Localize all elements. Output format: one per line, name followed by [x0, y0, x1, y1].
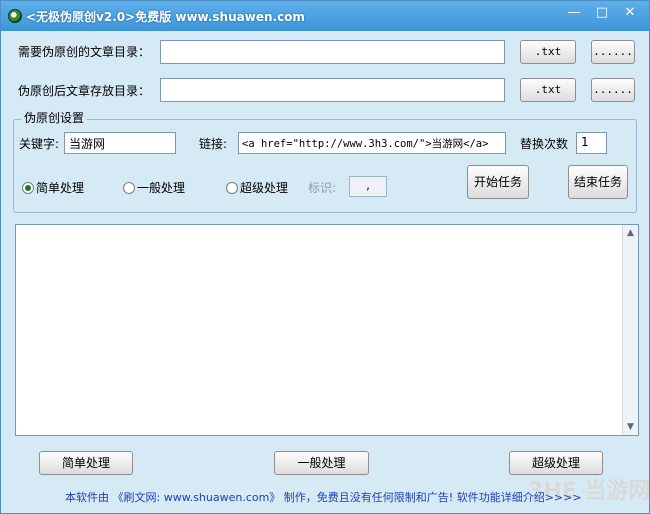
mark-input[interactable]: ,: [349, 176, 387, 197]
settings-group-title: 伪原创设置: [21, 109, 88, 127]
scroll-up-icon[interactable]: ▲: [623, 225, 638, 241]
bottom-super-button[interactable]: 超级处理: [509, 451, 603, 475]
footer-link[interactable]: 本软件由 《刷文网: www.shuawen.com》 制作，免费且没有任何限制…: [65, 489, 582, 505]
replace-count-label: 替换次数: [520, 137, 569, 151]
mode-normal-label[interactable]: 一般处理: [137, 180, 185, 196]
window-title: <无极伪原创v2.0>免费版 www.shuawen.com: [26, 10, 305, 24]
link-input[interactable]: <a href="http://www.3h3.com/">当游网</a>: [238, 132, 506, 154]
mark-label: 标识:: [308, 181, 337, 195]
source-ext-button[interactable]: .txt: [520, 40, 576, 64]
mode-simple-radio[interactable]: [22, 182, 34, 194]
app-window: <无极伪原创v2.0>免费版 www.shuawen.com — □ ✕ 需要伪…: [0, 0, 650, 514]
replace-count-input[interactable]: 1: [576, 132, 607, 154]
app-logo-icon: [8, 9, 22, 23]
log-textarea[interactable]: ▲ ▼: [15, 224, 639, 436]
output-dir-input[interactable]: [160, 78, 505, 102]
minimize-button[interactable]: —: [561, 5, 587, 23]
end-task-button[interactable]: 结束任务: [568, 165, 628, 199]
keyword-label: 关键字:: [19, 137, 60, 151]
title-bar[interactable]: <无极伪原创v2.0>免费版 www.shuawen.com — □ ✕: [1, 1, 649, 31]
output-dir-label: 伪原创后文章存放目录：: [18, 84, 151, 98]
maximize-button[interactable]: □: [589, 5, 615, 23]
output-browse-button[interactable]: ......: [591, 78, 635, 102]
mode-simple-label[interactable]: 简单处理: [36, 180, 84, 196]
scroll-down-icon[interactable]: ▼: [623, 419, 638, 435]
mode-normal-radio[interactable]: [123, 182, 135, 194]
output-ext-button[interactable]: .txt: [520, 78, 576, 102]
bottom-simple-button[interactable]: 简单处理: [39, 451, 133, 475]
link-label: 链接:: [199, 137, 228, 151]
mode-super-radio[interactable]: [226, 182, 238, 194]
log-scrollbar[interactable]: ▲ ▼: [622, 225, 638, 435]
source-dir-input[interactable]: [160, 40, 505, 64]
source-browse-button[interactable]: ......: [591, 40, 635, 64]
keyword-input[interactable]: 当游网: [64, 132, 176, 154]
mode-super-label[interactable]: 超级处理: [240, 180, 288, 196]
bottom-normal-button[interactable]: 一般处理: [274, 451, 369, 475]
source-dir-label: 需要伪原创的文章目录：: [18, 45, 151, 59]
close-button[interactable]: ✕: [615, 5, 645, 23]
start-task-button[interactable]: 开始任务: [467, 165, 529, 199]
